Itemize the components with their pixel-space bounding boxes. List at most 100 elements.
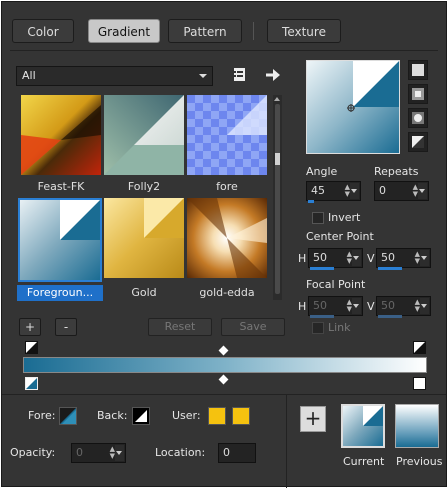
reset-button[interactable]: Reset	[148, 318, 212, 336]
add-gradient-button[interactable]: +	[19, 318, 41, 336]
previous-label: Previous	[396, 455, 443, 468]
user-swatch-2[interactable]	[232, 407, 250, 425]
center-v-label: V	[367, 252, 375, 265]
tab-separator	[253, 22, 254, 40]
focal-h-input[interactable]: 50 ▲ ▼	[308, 296, 363, 316]
center-v-input[interactable]: 50 ▲ ▼	[376, 248, 431, 268]
gradient-name-fore: fore	[216, 180, 238, 193]
angle-input[interactable]: 45 ▲ ▼	[306, 181, 361, 201]
dropdown-arrow-icon[interactable]	[115, 445, 124, 461]
gradient-thumb-gold[interactable]	[104, 198, 184, 278]
thumbnail-scrollbar[interactable]	[273, 95, 282, 300]
add-swatch-button[interactable]: +	[300, 406, 326, 432]
dropdown-arrow-icon[interactable]	[420, 298, 429, 314]
angle-value: 45	[311, 184, 325, 197]
back-label: Back:	[97, 409, 128, 422]
center-v-value: 50	[381, 251, 395, 264]
tab-gradient[interactable]: Gradient	[88, 19, 160, 43]
gradient-thumb-fore[interactable]	[187, 95, 267, 175]
focal-h-value: 50	[313, 299, 327, 312]
repeats-label: Repeats	[374, 165, 419, 178]
gradient-name-folly2: Folly2	[127, 180, 161, 193]
gradient-name-gold-edda: gold-edda	[199, 286, 255, 299]
style-linear-button[interactable]	[408, 60, 428, 80]
dropdown-arrow-icon[interactable]	[418, 183, 427, 199]
gradient-dialog: Color Gradient Pattern Texture All Feast…	[1, 1, 447, 488]
user-swatch-1[interactable]	[208, 407, 226, 425]
bottom-divider	[2, 394, 446, 395]
arrow-right-icon[interactable]	[264, 66, 282, 84]
repeats-value: 0	[379, 184, 386, 197]
remove-gradient-button[interactable]: -	[55, 318, 77, 336]
current-swatch[interactable]	[341, 404, 385, 448]
tab-color[interactable]: Color	[12, 19, 74, 43]
link-checkbox[interactable]	[312, 322, 324, 334]
link-label: Link	[328, 321, 351, 334]
opacity-value: 0	[76, 446, 83, 459]
location-value: 0	[223, 446, 230, 459]
center-h-value: 50	[313, 251, 327, 264]
repeats-input[interactable]: 0 ▲ ▼	[374, 181, 429, 201]
gradient-thumb-foreground-selected[interactable]	[18, 198, 102, 282]
fore-label: Fore:	[28, 409, 56, 422]
gradient-name-feast-fk: Feast-FK	[37, 180, 85, 193]
dropdown-arrow-icon[interactable]	[420, 250, 429, 266]
scrollbar-grip	[275, 153, 280, 165]
previous-swatch[interactable]	[395, 404, 439, 448]
invert-label: Invert	[328, 211, 361, 224]
scroll-up-icon[interactable]	[274, 97, 280, 101]
gradient-thumb-folly2[interactable]	[104, 95, 184, 175]
focal-v-label: V	[367, 300, 375, 313]
dropdown-arrow-icon[interactable]	[350, 183, 359, 199]
chevron-down-icon	[199, 74, 207, 78]
gradient-name-foreground: Foregroun...	[17, 285, 103, 301]
opacity-midpoint[interactable]	[218, 345, 229, 356]
focal-v-input[interactable]: 50 ▲ ▼	[376, 296, 431, 316]
focal-v-value: 50	[381, 299, 395, 312]
header-divider	[10, 50, 438, 51]
dropdown-arrow-icon[interactable]	[352, 298, 361, 314]
gradient-thumb-gold-edda[interactable]	[187, 198, 267, 278]
color-stop-left[interactable]	[25, 377, 38, 390]
location-label: Location:	[155, 446, 206, 459]
style-sunburst-button[interactable]	[408, 108, 428, 128]
opacity-stop-left[interactable]	[25, 341, 38, 354]
color-midpoint[interactable]	[218, 374, 229, 385]
save-button[interactable]: Save	[221, 318, 285, 336]
back-swatch[interactable]	[132, 407, 150, 425]
tab-texture[interactable]: Texture	[267, 19, 341, 43]
opacity-label: Opacity:	[10, 446, 56, 459]
style-rectangular-button[interactable]	[408, 84, 428, 104]
opacity-input[interactable]: 0 ▲ ▼	[71, 443, 126, 463]
center-h-input[interactable]: 50 ▲ ▼	[308, 248, 363, 268]
invert-checkbox[interactable]	[312, 212, 324, 224]
category-dropdown[interactable]: All	[16, 66, 213, 86]
focal-h-label: H	[298, 300, 307, 313]
style-radial-button[interactable]	[408, 132, 428, 152]
tab-pattern[interactable]: Pattern	[168, 19, 242, 43]
center-h-slider[interactable]	[310, 267, 334, 270]
center-v-slider[interactable]	[378, 267, 402, 270]
library-icon[interactable]	[230, 66, 248, 84]
category-value: All	[22, 69, 36, 82]
location-input[interactable]: 0	[218, 443, 256, 463]
current-label: Current	[343, 455, 385, 468]
center-h-label: H	[298, 252, 307, 265]
angle-slider[interactable]	[308, 200, 314, 203]
opacity-stop-right[interactable]	[413, 341, 426, 354]
center-point-label: Center Point	[306, 230, 374, 243]
gradient-name-gold: Gold	[131, 286, 157, 299]
color-stop-right[interactable]	[413, 377, 426, 390]
vertical-divider	[286, 394, 287, 488]
gradient-preview[interactable]	[306, 60, 400, 154]
gradient-bar[interactable]	[23, 357, 427, 373]
angle-label: Angle	[306, 165, 338, 178]
fore-swatch[interactable]	[59, 407, 77, 425]
focal-h-slider[interactable]	[310, 315, 334, 318]
dropdown-arrow-icon[interactable]	[352, 250, 361, 266]
user-label: User:	[172, 409, 201, 422]
scrollbar-thumb[interactable]	[275, 104, 280, 294]
focal-point-label: Focal Point	[306, 278, 366, 291]
gradient-thumb-feast-fk[interactable]	[21, 95, 101, 175]
focal-v-slider[interactable]	[378, 315, 402, 318]
